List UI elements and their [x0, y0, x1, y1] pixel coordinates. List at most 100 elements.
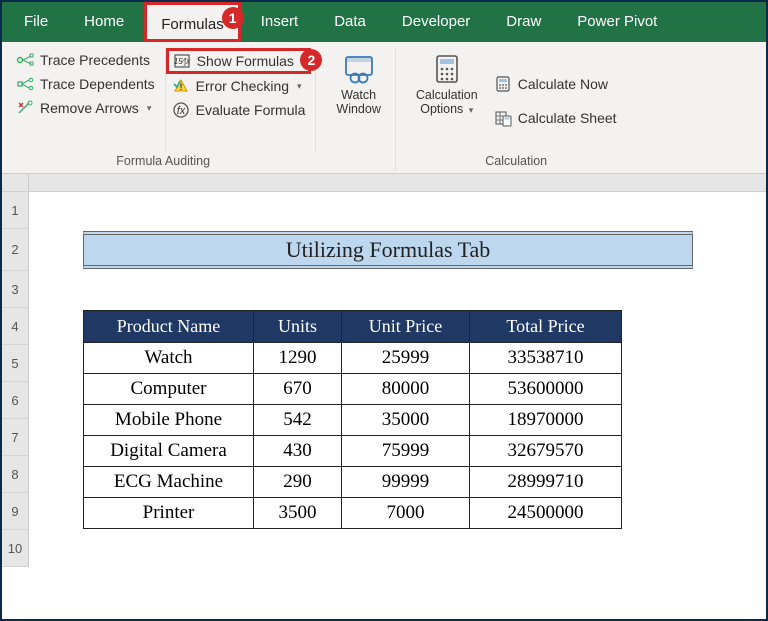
cell[interactable]: 32679570	[470, 436, 622, 467]
show-formulas-button[interactable]: 15⁄∫x Show Formulas 2	[166, 48, 312, 74]
row-header[interactable]: 4	[2, 308, 28, 345]
error-checking-button[interactable]: ! Error Checking ▾	[168, 76, 310, 96]
cell[interactable]: Mobile Phone	[84, 405, 254, 436]
trace-dependents-label: Trace Dependents	[40, 76, 155, 92]
col-unit-price[interactable]: Unit Price	[342, 311, 470, 343]
row-header[interactable]: 1	[2, 192, 28, 229]
tab-formulas-label: Formulas	[161, 16, 224, 33]
group-formula-auditing: Trace Precedents Trace Dependents Remove…	[10, 48, 316, 171]
calculation-options-button[interactable]: Calculation Options ▾	[406, 48, 488, 152]
data-table: Product Name Units Unit Price Total Pric…	[83, 310, 622, 529]
row-header[interactable]: 10	[2, 530, 28, 567]
row-header[interactable]: 7	[2, 419, 28, 456]
tab-file[interactable]: File	[6, 2, 66, 42]
ribbon: Trace Precedents Trace Dependents Remove…	[2, 42, 766, 174]
cell[interactable]: 430	[254, 436, 342, 467]
group-label-auditing: Formula Auditing	[116, 152, 210, 168]
calculate-sheet-button[interactable]: Calculate Sheet	[490, 108, 621, 128]
cell[interactable]: 24500000	[470, 498, 622, 529]
calculation-options-icon	[430, 52, 464, 86]
tab-insert[interactable]: Insert	[243, 2, 317, 42]
evaluate-formula-icon: fx	[172, 101, 190, 119]
tab-home[interactable]: Home	[66, 2, 142, 42]
trace-precedents-button[interactable]: Trace Precedents	[12, 50, 159, 70]
table-row: Watch 1290 25999 33538710	[84, 343, 622, 374]
cell[interactable]: 33538710	[470, 343, 622, 374]
table-row: ECG Machine 290 99999 28999710	[84, 467, 622, 498]
column-headers	[2, 174, 766, 192]
cell[interactable]: 670	[254, 374, 342, 405]
cell[interactable]: 18970000	[470, 405, 622, 436]
cell[interactable]: Printer	[84, 498, 254, 529]
evaluate-formula-button[interactable]: fx Evaluate Formula	[168, 100, 310, 120]
group-calculation: Calculation Options ▾ Calculate Now Calc…	[406, 48, 627, 171]
table-row: Mobile Phone 542 35000 18970000	[84, 405, 622, 436]
remove-arrows-label: Remove Arrows	[40, 100, 139, 116]
cell[interactable]: 1290	[254, 343, 342, 374]
row-header[interactable]: 9	[2, 493, 28, 530]
trace-dependents-button[interactable]: Trace Dependents	[12, 74, 159, 94]
tab-data[interactable]: Data	[316, 2, 384, 42]
row-header[interactable]: 8	[2, 456, 28, 493]
col-units[interactable]: Units	[254, 311, 342, 343]
chevron-down-icon: ▾	[469, 105, 474, 115]
menubar: File Home Formulas 1 Insert Data Develop…	[2, 2, 766, 42]
select-all-corner[interactable]	[2, 174, 29, 191]
cell[interactable]: ECG Machine	[84, 467, 254, 498]
cell[interactable]: 80000	[342, 374, 470, 405]
row-header[interactable]: 2	[2, 229, 28, 271]
tab-draw[interactable]: Draw	[488, 2, 559, 42]
col-total-price[interactable]: Total Price	[470, 311, 622, 343]
svg-text:15⁄∫x: 15⁄∫x	[173, 57, 190, 66]
trace-precedents-label: Trace Precedents	[40, 52, 150, 68]
row-header[interactable]: 5	[2, 345, 28, 382]
cell[interactable]: Digital Camera	[84, 436, 254, 467]
evaluate-formula-label: Evaluate Formula	[196, 102, 306, 118]
sheet-title[interactable]: Utilizing Formulas Tab	[83, 231, 693, 269]
watch-window-label-1: Watch	[341, 88, 376, 102]
svg-text:!: !	[179, 82, 182, 92]
cell[interactable]: 28999710	[470, 467, 622, 498]
watch-window-button[interactable]: Watch Window	[326, 48, 390, 152]
col-product[interactable]: Product Name	[84, 311, 254, 343]
cell[interactable]: Watch	[84, 343, 254, 374]
svg-text:fx: fx	[176, 105, 185, 117]
cells-area[interactable]: Utilizing Formulas Tab Product Name Unit…	[29, 192, 766, 567]
remove-arrows-button[interactable]: Remove Arrows ▾	[12, 98, 159, 118]
calculate-sheet-icon	[494, 109, 512, 127]
row-header[interactable]: 6	[2, 382, 28, 419]
tab-formulas[interactable]: Formulas 1	[144, 2, 241, 42]
cell[interactable]: 290	[254, 467, 342, 498]
show-formulas-icon: 15⁄∫x	[173, 52, 191, 70]
cell[interactable]: 99999	[342, 467, 470, 498]
callout-2: 2	[300, 49, 322, 71]
group-label-calculation: Calculation	[485, 152, 547, 168]
show-formulas-label: Show Formulas	[197, 53, 294, 69]
cell[interactable]: 3500	[254, 498, 342, 529]
remove-arrows-icon	[16, 99, 34, 117]
trace-precedents-icon	[16, 51, 34, 69]
cell[interactable]: 53600000	[470, 374, 622, 405]
cell[interactable]: 75999	[342, 436, 470, 467]
calc-options-label-1: Calculation	[416, 88, 478, 102]
calculate-now-button[interactable]: Calculate Now	[490, 74, 621, 94]
row-header[interactable]: 3	[2, 271, 28, 308]
cell[interactable]: 35000	[342, 405, 470, 436]
row-headers: 1 2 3 4 5 6 7 8 9 10	[2, 192, 29, 567]
calc-options-label-2: Options	[420, 102, 463, 116]
tab-developer[interactable]: Developer	[384, 2, 488, 42]
cell[interactable]: Computer	[84, 374, 254, 405]
tab-powerpivot[interactable]: Power Pivot	[559, 2, 675, 42]
chevron-down-icon: ▾	[147, 103, 152, 114]
error-checking-icon: !	[172, 77, 190, 95]
watch-window-icon	[342, 52, 376, 86]
table-row: Computer 670 80000 53600000	[84, 374, 622, 405]
cell[interactable]: 542	[254, 405, 342, 436]
table-row: Digital Camera 430 75999 32679570	[84, 436, 622, 467]
callout-1: 1	[222, 7, 244, 29]
cell[interactable]: 7000	[342, 498, 470, 529]
chevron-down-icon: ▾	[297, 81, 302, 92]
worksheet: 1 2 3 4 5 6 7 8 9 10 Utilizing Formulas …	[2, 192, 766, 567]
calculate-sheet-label: Calculate Sheet	[518, 110, 617, 126]
cell[interactable]: 25999	[342, 343, 470, 374]
